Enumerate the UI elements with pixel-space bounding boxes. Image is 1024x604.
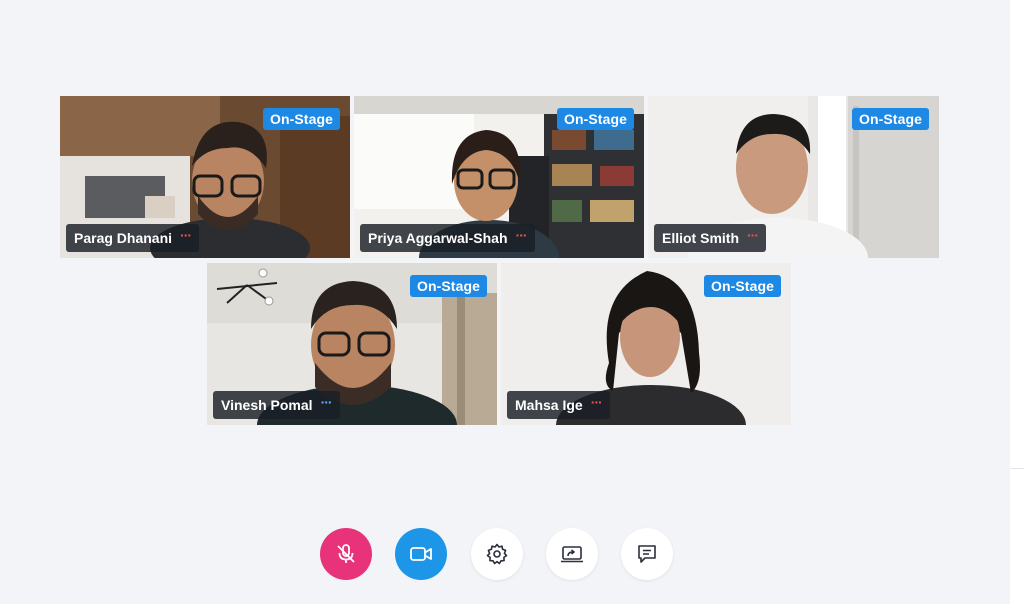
mute-microphone-button[interactable] xyxy=(320,528,372,580)
camera-toggle-button[interactable] xyxy=(395,528,447,580)
screen-share-icon xyxy=(561,546,583,563)
on-stage-badge: On-Stage xyxy=(262,108,340,130)
participant-name-tag: Priya Aggarwal-Shah ··· xyxy=(360,224,535,252)
right-panel-edge xyxy=(1010,0,1024,604)
video-camera-icon xyxy=(410,547,432,561)
video-tile-elliot-smith[interactable]: On-Stage Elliot Smith ··· xyxy=(648,96,939,258)
share-screen-button[interactable] xyxy=(546,528,598,580)
chat-button[interactable] xyxy=(621,528,673,580)
gear-icon xyxy=(486,543,508,565)
more-options-icon[interactable]: ··· xyxy=(180,228,192,242)
video-tile-vinesh-pomal[interactable]: On-Stage Vinesh Pomal ··· xyxy=(207,263,497,425)
more-options-icon[interactable]: ··· xyxy=(747,228,759,242)
participant-name-tag: Elliot Smith ··· xyxy=(654,224,766,252)
on-stage-badge: On-Stage xyxy=(851,108,929,130)
call-control-bar xyxy=(320,528,674,580)
participant-name: Elliot Smith xyxy=(662,230,739,246)
on-stage-badge: On-Stage xyxy=(556,108,634,130)
more-options-icon[interactable]: ··· xyxy=(591,395,603,409)
participant-name: Parag Dhanani xyxy=(74,230,173,246)
participant-name: Priya Aggarwal-Shah xyxy=(368,230,508,246)
video-tile-priya-aggarwal-shah[interactable]: On-Stage Priya Aggarwal-Shah ··· xyxy=(354,96,644,258)
participant-name: Vinesh Pomal xyxy=(221,397,313,413)
on-stage-badge: On-Stage xyxy=(409,275,487,297)
more-options-icon[interactable]: ··· xyxy=(516,228,528,242)
participant-name: Mahsa Ige xyxy=(515,397,583,413)
participant-name-tag: Parag Dhanani ··· xyxy=(66,224,200,252)
more-options-icon[interactable]: ··· xyxy=(321,395,333,409)
mic-off-icon xyxy=(337,544,355,563)
participant-name-tag: Mahsa Ige ··· xyxy=(507,391,610,419)
right-panel-divider xyxy=(1010,468,1024,469)
settings-button[interactable] xyxy=(471,528,523,580)
on-stage-badge: On-Stage xyxy=(703,275,781,297)
participant-name-tag: Vinesh Pomal ··· xyxy=(213,391,340,419)
chat-icon xyxy=(638,545,656,563)
video-tile-parag-dhanani[interactable]: On-Stage Parag Dhanani ··· xyxy=(60,96,350,258)
video-tile-mahsa-ige[interactable]: On-Stage Mahsa Ige ··· xyxy=(501,263,791,425)
